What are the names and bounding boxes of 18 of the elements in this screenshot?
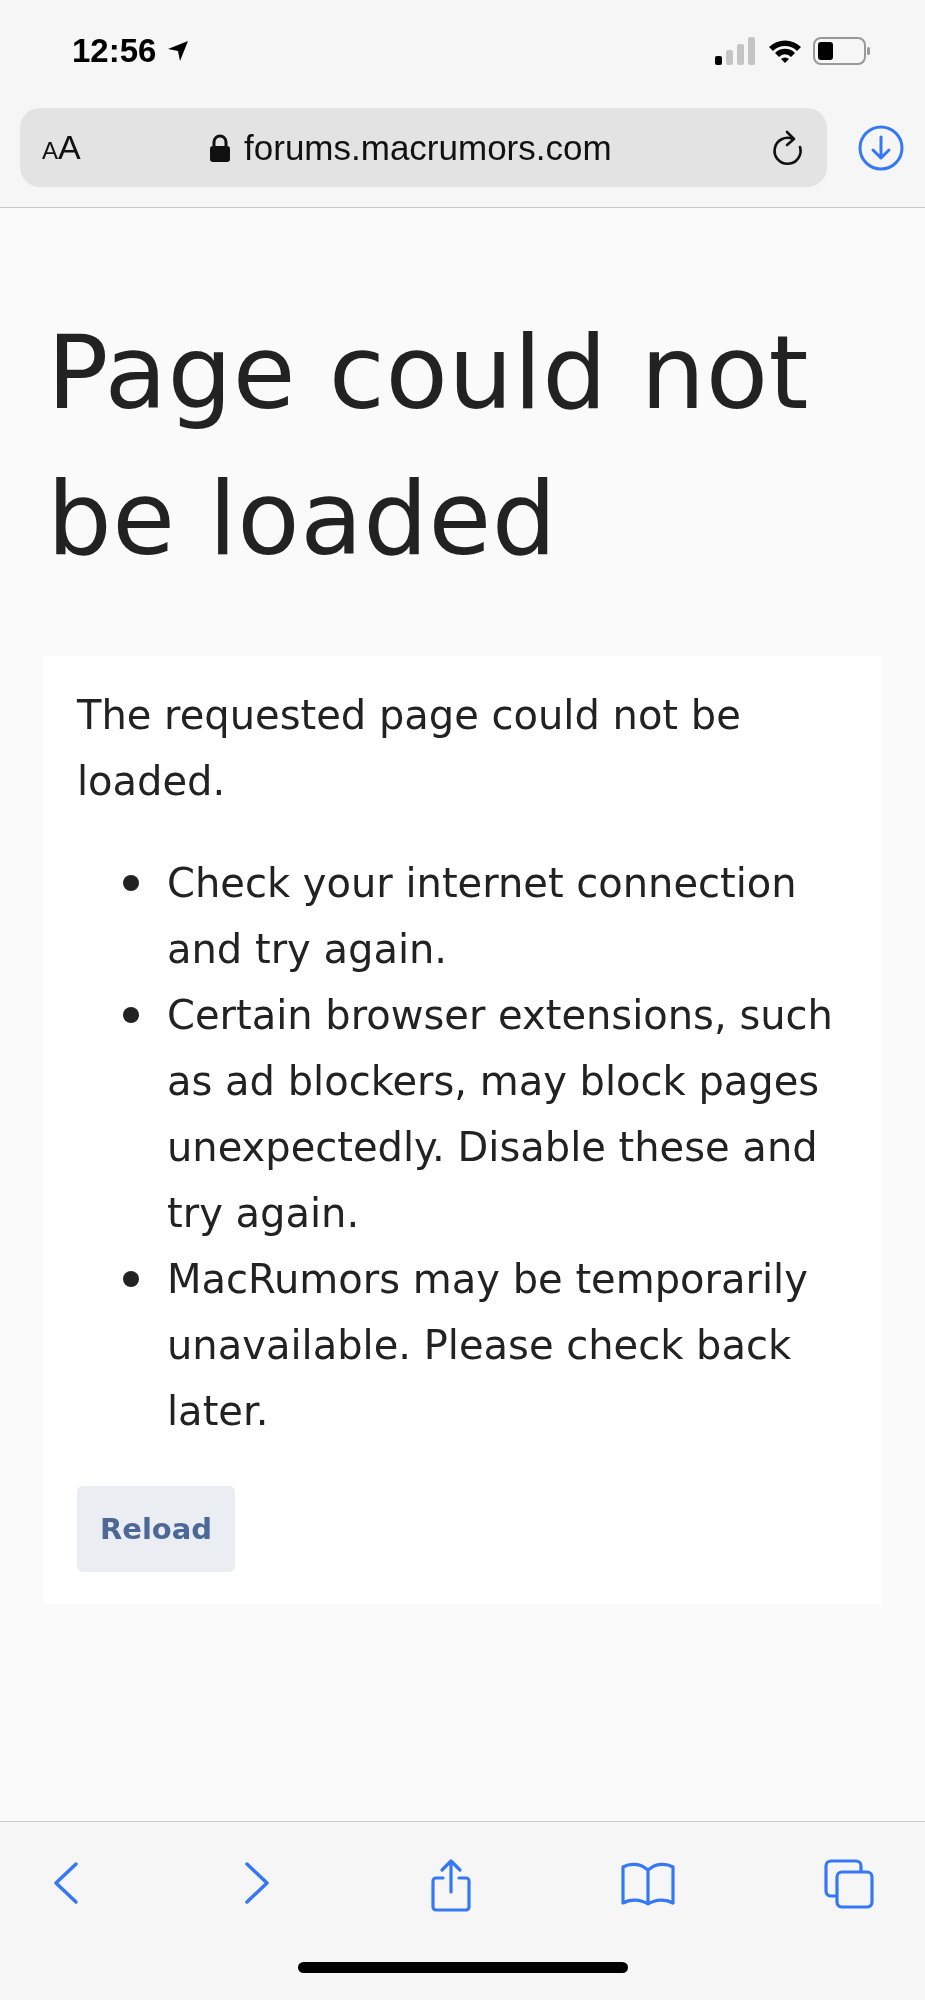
bullet-text: Certain browser extensions, such as ad blockers, may block pages unexpectedly. Disable these and try again.: [167, 991, 834, 1238]
status-time: 12:56: [72, 32, 157, 70]
bullet-icon: [123, 875, 139, 891]
url-text: forums.macrumors.com: [244, 127, 612, 168]
signal-icon: [715, 37, 757, 65]
intro-text: The requested page could not be loaded.: [77, 691, 742, 806]
battery-icon: [813, 37, 871, 65]
bullet-text: Check your internet connection and try again.: [167, 859, 798, 974]
download-icon[interactable]: [857, 123, 905, 172]
reload-button[interactable]: Reload: [77, 1486, 235, 1572]
text-size-button[interactable]: AA: [42, 128, 81, 167]
wifi-icon: [767, 38, 803, 64]
bullet-icon: [123, 1007, 139, 1023]
bullet-text: MacRumors may be temporarily unavailable. Please check back later.: [167, 1255, 809, 1436]
address-bar[interactable]: AA forums.macrumors.com: [20, 108, 827, 187]
bullet-icon: [123, 1271, 139, 1287]
page-heading: Page could not be loaded: [47, 312, 811, 580]
reload-icon[interactable]: [771, 129, 805, 166]
